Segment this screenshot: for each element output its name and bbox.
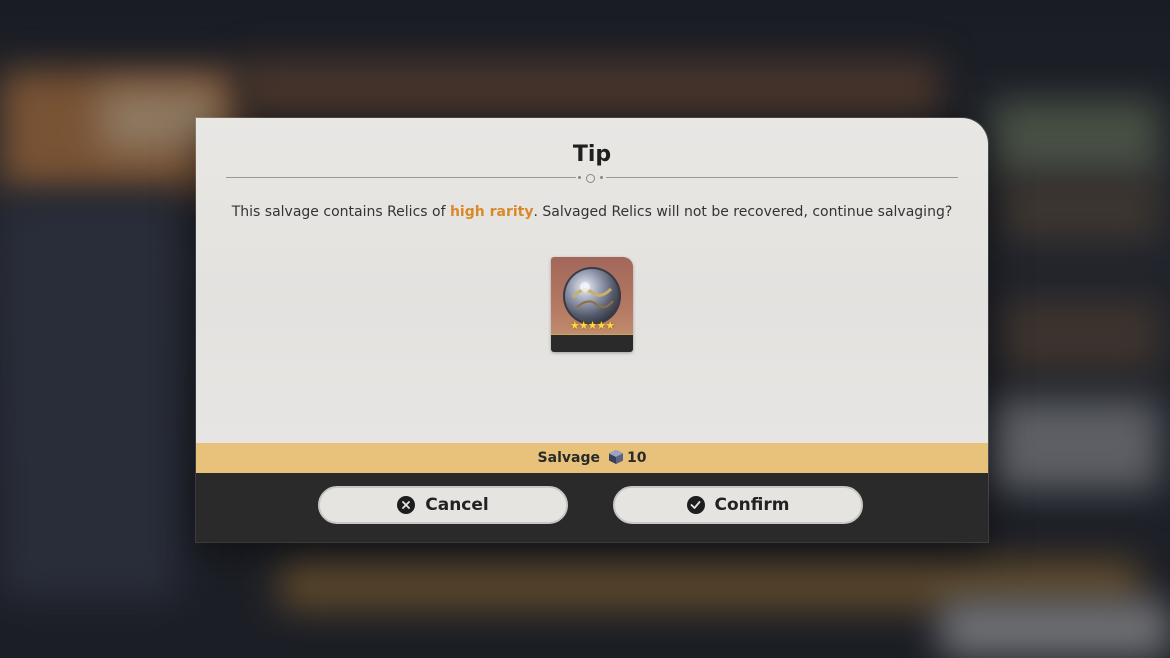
relic-orb-icon: [563, 267, 621, 325]
dialog-title: Tip: [572, 142, 612, 167]
salvage-amount: 10: [626, 450, 647, 466]
message-highlight: high rarity: [449, 204, 534, 220]
cancel-button[interactable]: Cancel: [318, 486, 568, 524]
relic-remains-cube-icon: [608, 446, 624, 464]
salvage-confirm-dialog: Tip This salvage contains Relics of high…: [196, 118, 988, 542]
confirm-button-label: Confirm: [714, 495, 790, 515]
relic-card-footer: [551, 334, 633, 352]
check-circle-icon: [686, 496, 705, 514]
rarity-stars: ★★★★★: [569, 319, 615, 332]
relic-card[interactable]: ★★★★★: [551, 257, 633, 352]
dialog-message: This salvage contains Relics of high rar…: [196, 204, 988, 220]
salvage-bar: Salvage 10: [196, 443, 988, 473]
cancel-button-label: Cancel: [425, 495, 489, 515]
dialog-footer: Cancel Confirm: [196, 473, 988, 542]
title-divider: [226, 174, 958, 183]
message-text-after: . Salvaged Relics will not be recovered,…: [533, 204, 953, 220]
dialog-body: Tip This salvage contains Relics of high…: [196, 118, 988, 443]
confirm-button[interactable]: Confirm: [613, 486, 863, 524]
salvage-label: Salvage: [537, 450, 600, 466]
message-text-before: This salvage contains Relics of: [231, 204, 450, 220]
x-circle-icon: [397, 496, 416, 514]
